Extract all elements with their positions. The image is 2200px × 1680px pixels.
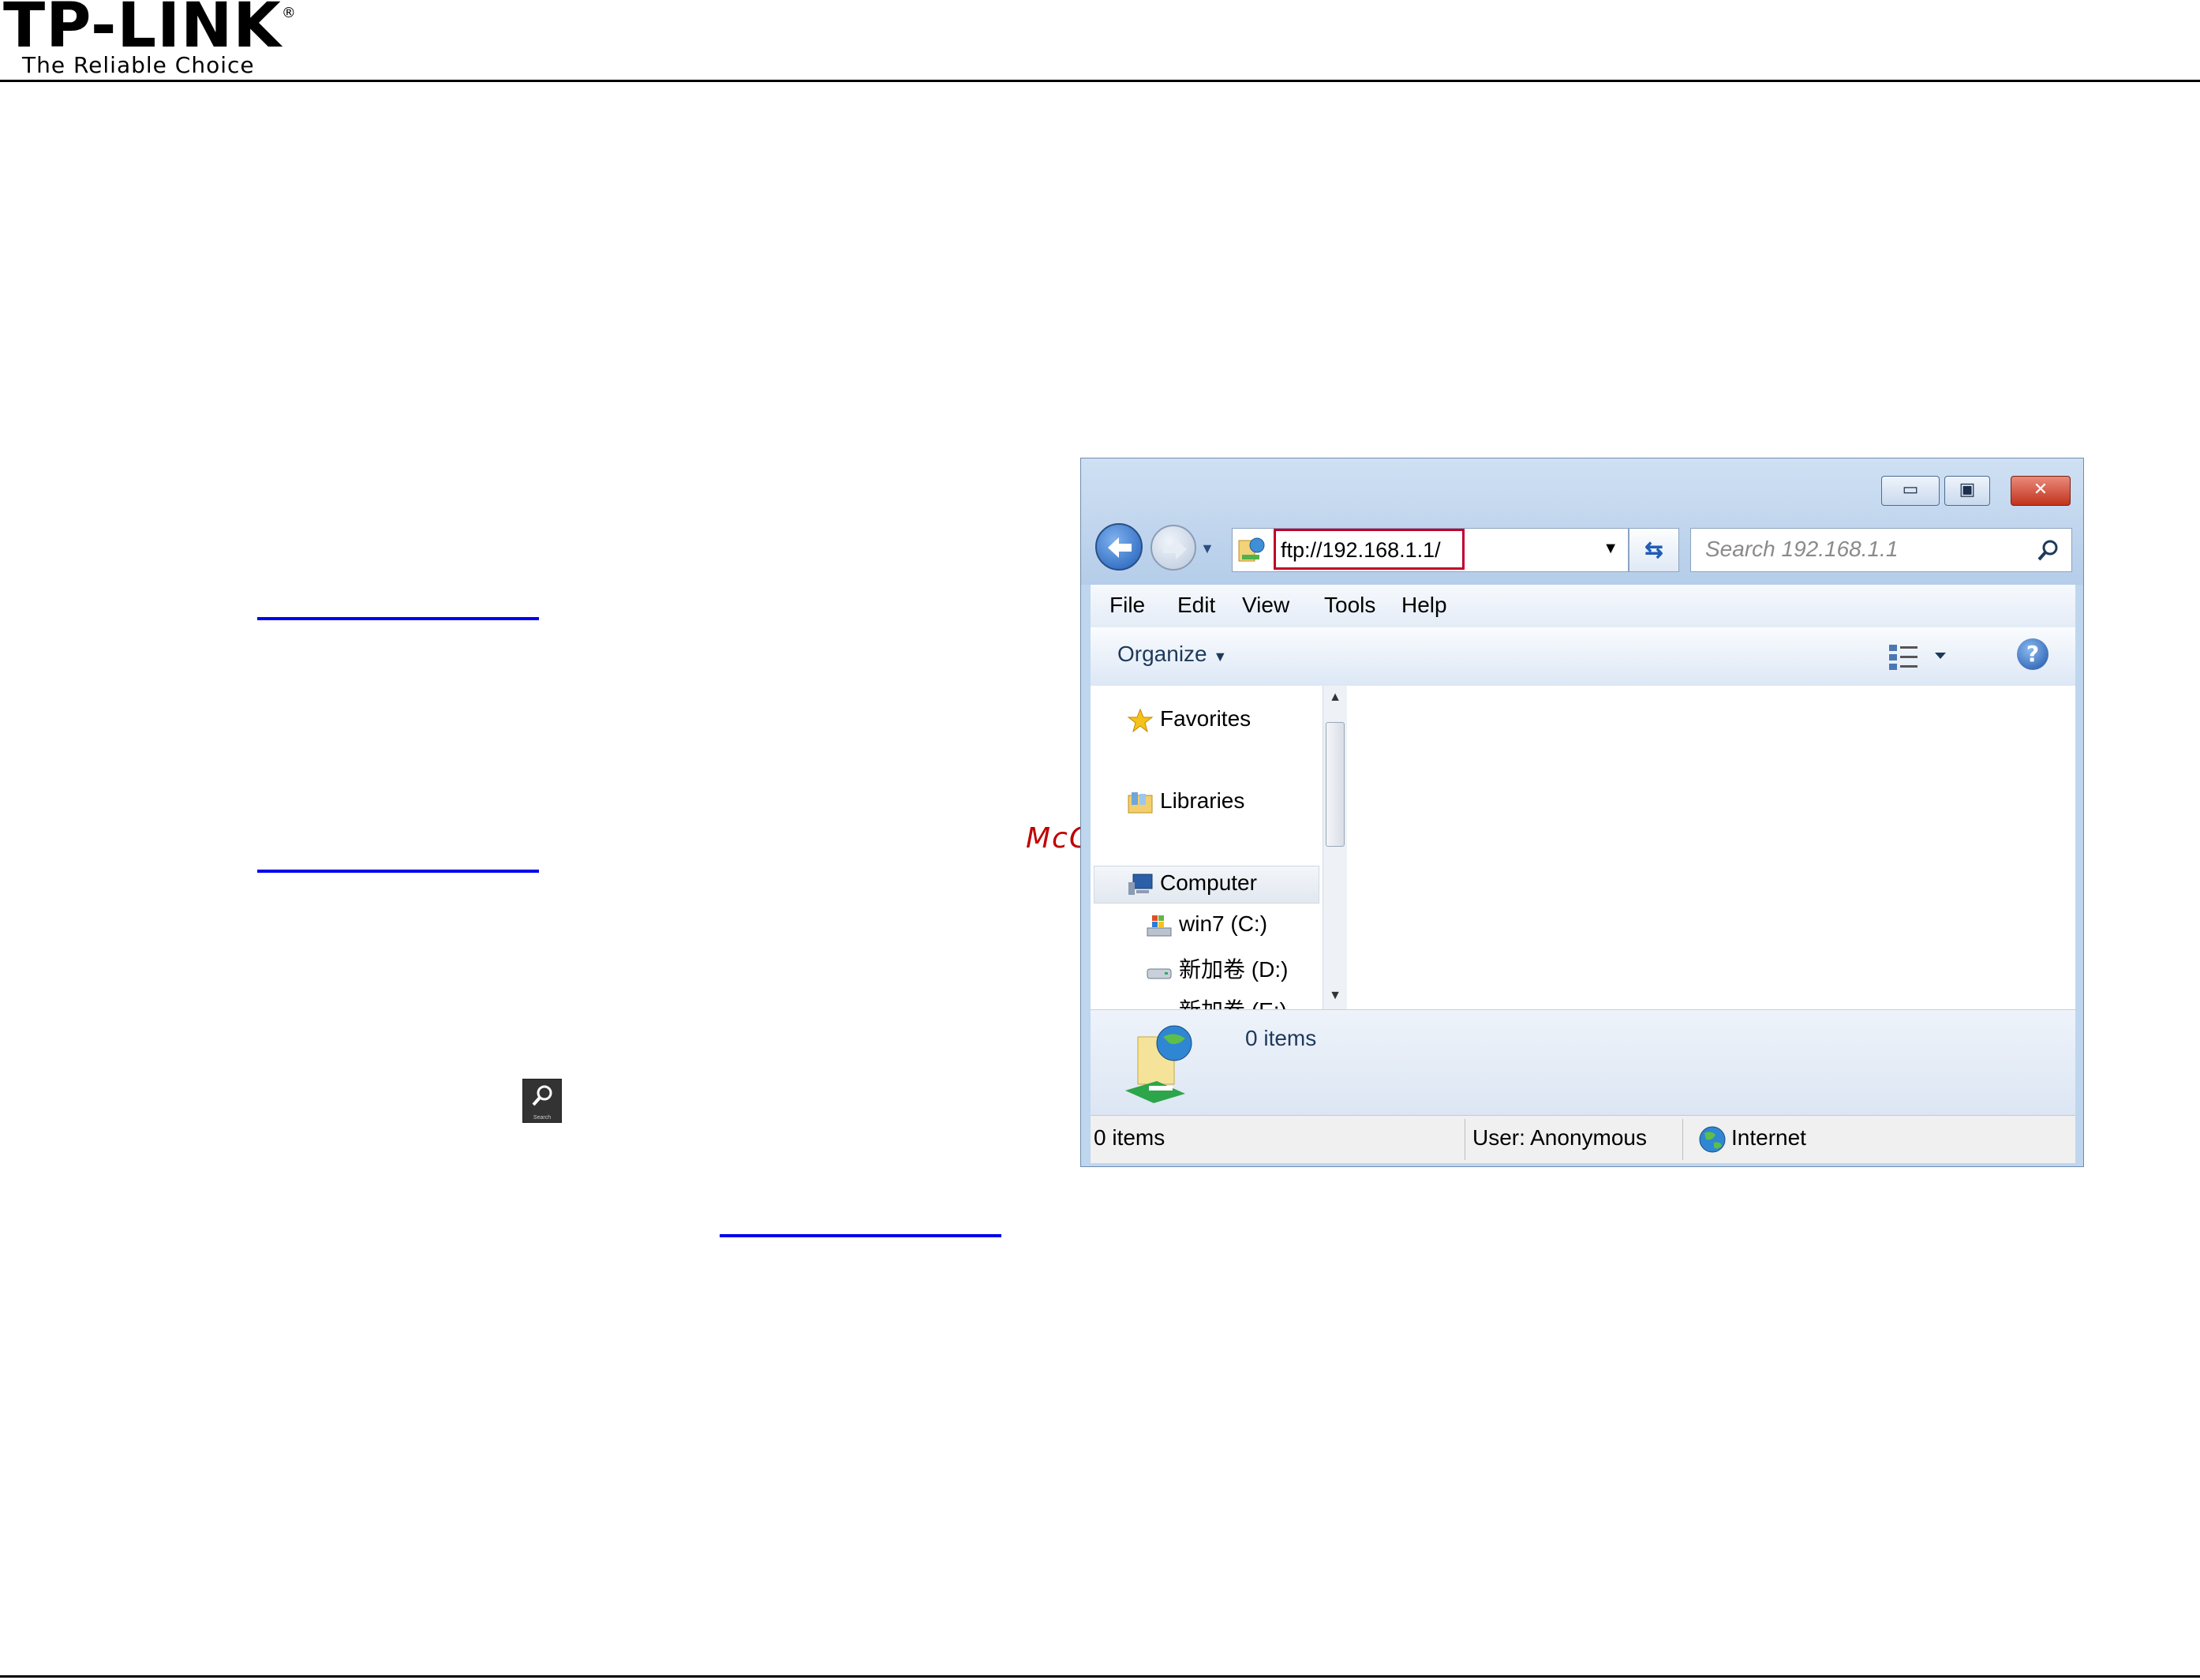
arrow-left-icon [1108,537,1132,558]
scroll-thumb[interactable] [1326,722,1345,847]
refresh-button[interactable]: ⇆ [1629,528,1679,572]
menu-view[interactable]: View [1242,593,1289,618]
details-pane: 0 items [1091,1009,2075,1116]
close-button[interactable]: ✕ [2011,476,2071,506]
search-icon [532,1085,552,1106]
ftp-site-icon [1238,537,1265,562]
chevron-down-icon: ▼ [1213,649,1228,664]
refresh-icon: ⇆ [1644,537,1663,562]
menu-help[interactable]: Help [1401,593,1447,618]
organize-label: Organize [1117,642,1207,666]
hyperlink-underline-1[interactable] [257,617,539,620]
recent-pages-dropdown[interactable]: ▼ [1200,541,1214,557]
navigation-pane: Favorites Libraries Computer win7 (C:) 新… [1091,686,1323,1009]
organize-button[interactable]: Organize ▼ [1117,642,1227,667]
nav-drive-e-label: 新加卷 (E:) [1179,998,1287,1009]
nav-libraries-label: Libraries [1160,788,1245,813]
address-url[interactable]: ftp://192.168.1.1/ [1281,538,1441,563]
nav-computer-label: Computer [1160,870,1257,895]
command-bar: Organize ▼ ? [1091,627,2075,687]
status-user: User: Anonymous [1472,1125,1647,1150]
hard-drive-icon [1147,968,1172,979]
header-divider [0,80,2200,82]
menu-file[interactable]: File [1109,593,1145,618]
maximize-button[interactable]: ▣ [1944,476,1990,506]
file-list-pane[interactable] [1347,686,2075,1009]
scroll-down-icon[interactable]: ▼ [1323,989,1347,1003]
forward-button[interactable] [1151,525,1196,571]
nav-drive-d-label: 新加卷 (D:) [1179,957,1289,982]
search-box[interactable]: Search 192.168.1.1 [1690,528,2072,572]
back-button[interactable] [1095,523,1143,571]
star-icon [1127,708,1154,732]
menu-bar: File Edit View Tools Help [1091,585,2075,628]
status-divider [1682,1119,1683,1160]
menu-tools[interactable]: Tools [1324,593,1375,618]
status-bar: 0 items User: Anonymous Internet [1091,1115,2075,1163]
hyperlink-underline-2[interactable] [257,870,539,873]
nav-favorites[interactable]: Favorites [1127,706,1251,732]
nav-favorites-label: Favorites [1160,706,1252,731]
nav-drive-c-label: win7 (C:) [1179,911,1268,936]
nav-scrollbar[interactable]: ▲ ▼ [1323,686,1347,1009]
details-item-count: 0 items [1245,1026,1317,1050]
address-bar[interactable]: ftp://192.168.1.1/ ▼ [1232,528,1629,572]
computer-icon [1128,874,1153,895]
nav-drive-c[interactable]: win7 (C:) [1146,911,1267,937]
arrow-right-icon [1163,539,1187,559]
ftp-folder-icon [1125,1025,1192,1103]
windows-drive-icon [1147,915,1172,937]
status-zone: Internet [1731,1125,1806,1150]
minimize-icon: ▭ [1902,480,1919,500]
registered-mark: ® [281,5,297,21]
globe-icon [1699,1126,1726,1153]
change-view-button[interactable] [1888,642,1951,677]
hard-drive-icon [1146,1001,1173,1009]
library-folder-icon [1128,791,1153,814]
help-icon[interactable]: ? [2017,638,2048,670]
nav-drive-e[interactable]: 新加卷 (E:) [1146,993,1287,1009]
minimize-button[interactable]: ▭ [1881,476,1940,506]
search-tile-label: Search [533,1115,552,1121]
details-view-icon [1889,645,1946,670]
close-icon: ✕ [2033,480,2048,500]
url-highlight-box: ftp://192.168.1.1/ [1274,529,1465,570]
nav-drive-d[interactable]: 新加卷 (D:) [1146,952,1288,984]
scroll-up-icon[interactable]: ▲ [1323,690,1347,705]
tp-link-logo: TP-LINK® [3,0,297,57]
nav-libraries[interactable]: Libraries [1127,788,1244,814]
address-dropdown-icon[interactable]: ▼ [1603,540,1618,558]
status-items: 0 items [1094,1125,1165,1150]
search-charm-tile: Search [522,1079,562,1123]
maximize-icon: ▣ [1959,480,1976,500]
search-icon[interactable] [2037,538,2060,562]
hyperlink-underline-3[interactable] [720,1234,1001,1237]
explorer-window: ▭ ▣ ✕ ▼ ftp://192.168.1.1/ ▼ ⇆ Search 19… [1080,458,2084,1167]
footer-divider [0,1675,2200,1678]
search-placeholder: Search 192.168.1.1 [1705,537,1899,561]
menu-edit[interactable]: Edit [1177,593,1215,618]
nav-computer[interactable]: Computer [1127,870,1257,896]
tagline: The Reliable Choice [22,52,255,78]
